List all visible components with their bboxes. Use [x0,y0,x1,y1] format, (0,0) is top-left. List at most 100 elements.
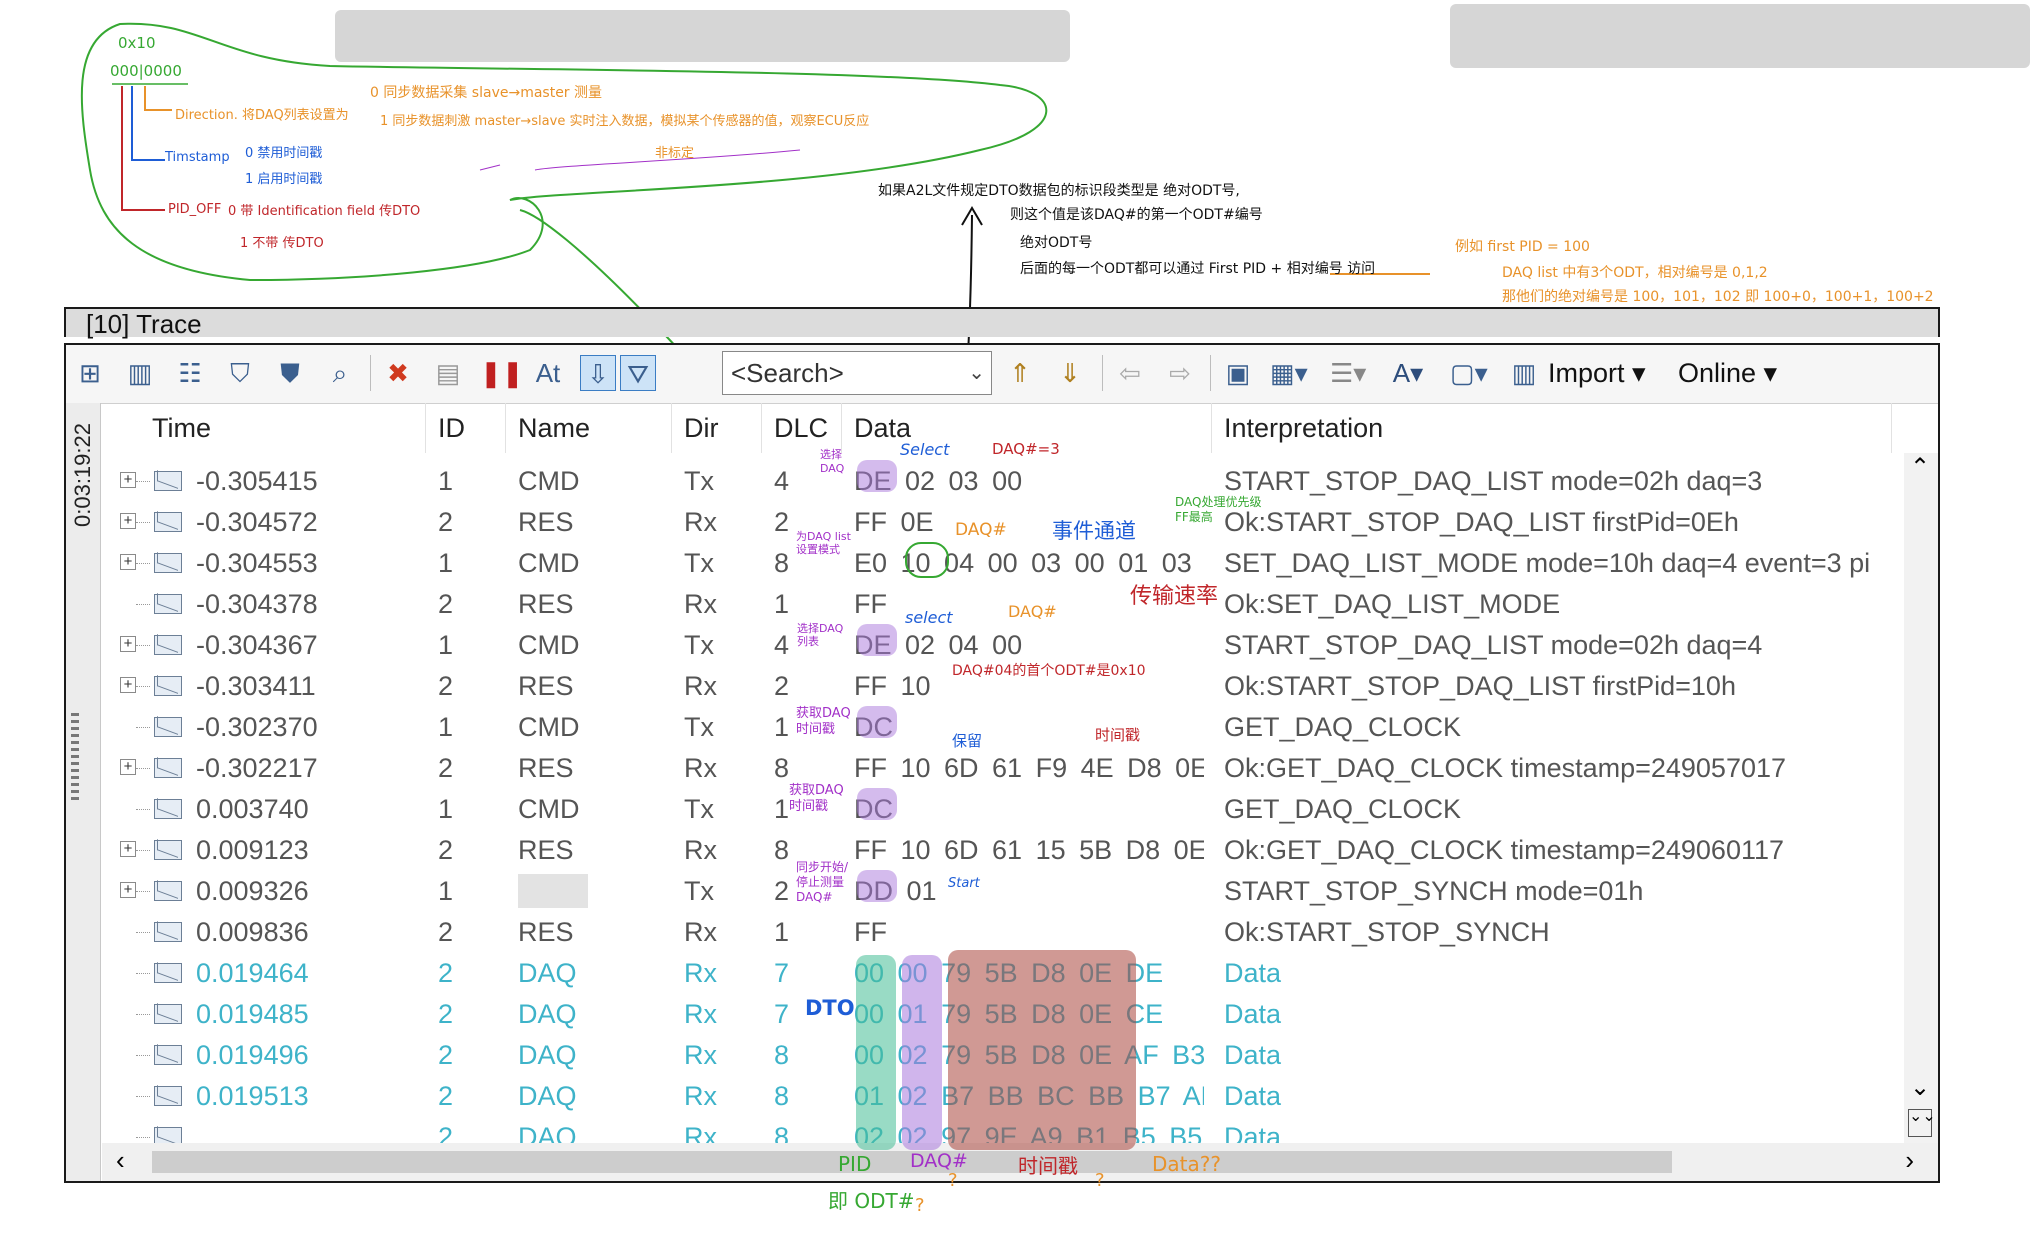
table-row[interactable]: +0.009123 2 RES Rx 8 FF 10 6D 61 15 5B D8 0E O… [102,830,1882,871]
expand-toggle-icon[interactable]: + [120,554,136,570]
tree-line [136,768,150,769]
scroll-lock-icon[interactable]: ⇩ [580,355,616,391]
chevron-down-icon[interactable]: ⌄ [968,352,985,394]
window-title-bar[interactable]: [10] Trace [64,307,1940,339]
table-row[interactable]: + -0.302217 2 RES Rx 8 FF 10 6D 61 F9 4E D8 0E… [102,748,1882,789]
annotation-daq-hash-2: DAQ# [1008,602,1057,621]
forward-arrow-icon[interactable]: ⇨ [1162,355,1198,391]
cell-time: 0.019485 [196,999,309,1029]
column-header-dir[interactable]: Dir [672,403,762,453]
window-icon[interactable]: ▣ [1220,355,1256,391]
online-menu[interactable]: Online ▾ [1678,355,1777,391]
filter-remove-icon[interactable]: ⛊ [272,355,308,391]
table-row[interactable]: -0.304378 2 RES Rx 1 FF Ok:SET_DAQ_LIST_MODE [102,584,1882,625]
column-header-name[interactable]: Name [506,403,672,453]
layout-dropdown-icon[interactable]: ▦▾ [1270,355,1308,391]
splitter-grip[interactable] [71,713,79,803]
cell-name: DAQ [518,1040,577,1070]
binoculars-icon[interactable]: ⌕ [322,355,358,391]
annotation-sync: 同步开始/停止测量DAQ# [796,860,849,904]
scroll-right-icon[interactable]: › [1905,1145,1914,1176]
back-arrow-icon[interactable]: ⇦ [1112,355,1148,391]
annotation-a2l-4: 后面的每一个ODT都可以通过 First PID + 相对编号 访问 [1020,261,1376,277]
table-row[interactable]: + -0.304553 1 CMD Tx 8 E0 10 04 00 03 00 01 03… [102,543,1882,584]
column-header-time[interactable]: Time [102,403,426,453]
cell-interpretation: START_STOP_DAQ_LIST mode=02h daq=3 [1224,466,1763,496]
annotation-daq-bottom: DAQ# [910,1150,968,1172]
import-menu[interactable]: Import ▾ [1548,355,1646,391]
panel-dropdown-icon[interactable]: ▢▾ [1450,355,1488,391]
column-header-interpretation[interactable]: Interpretation [1212,403,1892,453]
cell-time: 0.009326 [196,876,309,906]
cell-data: FF 10 6D 61 15 5B D8 0E [854,835,1204,865]
annotation-q1: ? [915,1195,925,1216]
cell-dir: Tx [684,548,714,578]
annotation-event-channel: 事件通道 [1052,519,1136,543]
columns-icon[interactable]: ▥ [122,355,158,391]
table-row[interactable]: 0.009836 2 RES Rx 1 FF Ok:START_STOP_SYNCH [102,912,1882,953]
annotation-ts-bottom: 时间戳 [1018,1154,1078,1178]
table-row[interactable]: + -0.305415 1 CMD Tx 4 DE 02 03 00 START_STOP_D… [102,461,1882,502]
expand-toggle-icon[interactable]: + [120,841,136,857]
clear-icon[interactable]: ✖ [380,355,416,391]
expand-toggle-icon[interactable]: + [120,759,136,775]
table-row[interactable]: 0.0037401CMDTx1DCGET_DAQ_CLOCK [102,789,1882,830]
annotation-get-clock: 获取DAQ时间戳 [796,706,851,737]
cell-time: 0.009836 [196,917,309,947]
filter-active-icon[interactable]: ⛛ [620,355,656,391]
pause-icon[interactable]: ❚❚ [480,355,524,391]
cell-name: DAQ [518,999,577,1029]
envelope-icon [154,1045,182,1065]
cell-interpretation: Ok:START_STOP_DAQ_LIST firstPid=10h [1224,671,1736,701]
cell-name [518,871,668,912]
cell-interpretation: START_STOP_SYNCH mode=01h [1224,876,1644,906]
cell-id: 1 [438,712,454,742]
annotation-a2l-3: 绝对ODT号 [1020,235,1093,251]
font-size-icon[interactable]: A▾ [1390,355,1426,391]
scroll-down-icon[interactable]: ⌄ [1910,1073,1930,1102]
column-header-id[interactable]: ID [426,403,506,453]
cell-name: RES [518,671,574,701]
find-previous-icon[interactable]: ⇑ [1002,355,1038,391]
filter-add-icon[interactable]: ⛉ [222,355,258,391]
expand-toggle-icon[interactable]: + [120,636,136,652]
cell-id: 2 [438,1081,454,1111]
table-row[interactable]: -0.3023701CMDTx1DCGET_DAQ_CLOCK [102,707,1882,748]
table-row[interactable]: +0.0093261Tx2DD 01START_STOP_SYNCH mode=… [102,871,1882,912]
cell-name: DAQ [518,958,577,988]
import-icon[interactable]: ▥ [1506,355,1542,391]
cell-dir: Tx [684,466,714,496]
expand-toggle-icon[interactable]: + [120,472,136,488]
annotation-reserved: 保留 [952,732,983,750]
expand-toggle-icon[interactable]: + [120,513,136,529]
annotation-ex-1: 例如 first PID = 100 [1455,239,1590,255]
expand-toggle-icon[interactable]: + [120,677,136,693]
list-dropdown-icon[interactable]: ☰▾ [1330,355,1366,391]
delete-rows-icon[interactable]: ▤ [430,355,466,391]
scroll-up-icon[interactable]: ⌃ [1910,453,1930,482]
tree-icon[interactable]: ☷ [172,355,208,391]
annotation-a2l-1: 如果A2L文件规定DTO数据包的标识段类型是 绝对ODT号, [878,183,1240,199]
new-filter-icon[interactable]: ⊞ [72,355,108,391]
cell-dir: Rx [684,1081,717,1111]
envelope-icon [154,799,182,819]
tree-line [136,686,150,687]
annotation-pid-off: PID_OFF [168,202,222,217]
search-input[interactable]: <Search> ⌄ [722,351,992,395]
tree-line [136,1096,150,1097]
scroll-end-icon[interactable]: ⌄⌄ [1908,1109,1936,1137]
vertical-scrollbar[interactable]: ⌃ ⌄ ⌄⌄ [1904,453,1938,1143]
cell-name: CMD [518,630,580,660]
absolute-time-icon[interactable]: At [530,355,566,391]
cell-time: 0.019464 [196,958,309,988]
annotation-a2l-2: 则这个值是该DAQ#的第一个ODT#编号 [1010,207,1263,223]
find-next-icon[interactable]: ⇓ [1052,355,1088,391]
annotation-get-clock-2: 获取DAQ时间戳 [789,783,844,814]
scroll-left-icon[interactable]: ‹ [116,1145,125,1176]
expand-toggle-icon[interactable]: + [120,882,136,898]
annotation-0x10: 0x10 [118,34,156,52]
annotation-direction: Direction. 将DAQ列表设置为 [175,108,349,123]
annotation-q2: ? [948,1170,958,1191]
cell-dlc: 8 [774,1040,790,1070]
cell-interpretation: Ok:GET_DAQ_CLOCK timestamp=249057017 [1224,753,1787,783]
